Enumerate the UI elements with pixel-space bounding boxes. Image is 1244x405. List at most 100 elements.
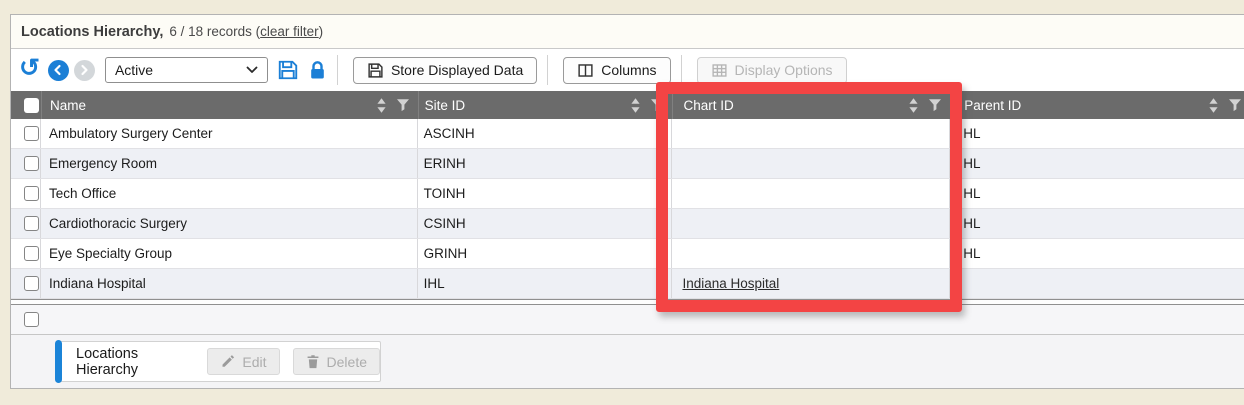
undo-icon[interactable]: ↺ — [19, 56, 40, 81]
columns-button[interactable]: Columns — [563, 57, 670, 84]
filter-icon[interactable] — [1228, 98, 1242, 112]
row-checkbox-cell — [11, 209, 41, 238]
toolbar: ↺ Active Store Displayed Data — [11, 49, 1244, 91]
cell-site-id: TOINH — [418, 179, 673, 208]
toolbar-separator — [547, 55, 548, 85]
filter-icon[interactable] — [396, 98, 410, 112]
trash-icon — [306, 354, 320, 369]
screen: Locations Hierarchy, 6 / 18 records (cle… — [0, 0, 1244, 405]
table-row: Emergency RoomERINH HL — [11, 149, 1244, 179]
save-icon[interactable] — [277, 59, 299, 81]
select-all-checkbox[interactable] — [24, 98, 39, 113]
columns-icon — [577, 62, 594, 79]
column-header-site-id[interactable]: Site ID — [418, 91, 673, 119]
cell-site-id: IHL — [418, 269, 673, 298]
cell-site-id: ERINH — [418, 149, 673, 178]
row-checkbox-cell — [11, 239, 41, 268]
status-filter-value: Active — [115, 62, 153, 78]
delete-button[interactable]: Delete — [293, 348, 380, 375]
accent-bar — [55, 340, 62, 383]
header-checkbox-cell — [11, 91, 41, 119]
column-header-label: Name — [50, 98, 86, 113]
records-count: 6 / 18 records (clear filter) — [169, 24, 323, 39]
sort-icon[interactable] — [1208, 97, 1219, 114]
toolbar-separator — [337, 55, 338, 85]
cell-parent-id: HL — [950, 209, 1244, 238]
locations-hierarchy-panel: Locations Hierarchy, 6 / 18 records (cle… — [10, 14, 1244, 389]
footer-band: Locations Hierarchy Edit Delete — [11, 335, 1244, 388]
row-checkbox[interactable] — [24, 216, 39, 231]
sort-icon[interactable] — [630, 97, 641, 114]
column-header-name[interactable]: Name — [41, 91, 418, 119]
cell-chart-id: Indiana Hospital — [672, 269, 950, 298]
row-checkbox-cell — [11, 149, 41, 178]
cell-parent-id: HL — [950, 239, 1244, 268]
back-icon[interactable] — [48, 60, 69, 81]
cell-name: Ambulatory Surgery Center — [41, 119, 418, 148]
records-count-close: ) — [319, 24, 324, 39]
cell-name: Cardiothoracic Surgery — [41, 209, 418, 238]
cell-site-id: ASCINH — [418, 119, 673, 148]
row-checkbox[interactable] — [24, 126, 39, 141]
cell-chart-id — [672, 239, 950, 268]
status-filter-select[interactable]: Active — [105, 57, 268, 83]
cell-name: Indiana Hospital — [41, 269, 418, 298]
cell-chart-id — [672, 179, 950, 208]
columns-label: Columns — [601, 62, 656, 78]
pencil-icon — [220, 354, 235, 369]
cell-parent-id: HL — [950, 149, 1244, 178]
row-checkbox[interactable] — [24, 276, 39, 291]
clear-filter-link[interactable]: clear filter — [260, 24, 319, 39]
table-row: Tech OfficeTOINH HL — [11, 179, 1244, 209]
lock-icon[interactable] — [308, 60, 327, 81]
row-checkbox-cell — [11, 269, 41, 298]
column-header-label: Chart ID — [683, 98, 733, 113]
title-bar: Locations Hierarchy, 6 / 18 records (cle… — [11, 15, 1244, 49]
cell-name: Emergency Room — [41, 149, 418, 178]
store-displayed-data-label: Store Displayed Data — [391, 62, 523, 78]
column-header-label: Site ID — [425, 98, 466, 113]
table-row: Ambulatory Surgery CenterASCINH HL — [11, 119, 1244, 149]
chart-id-link[interactable]: Indiana Hospital — [682, 276, 779, 291]
cell-parent-id: HL — [950, 119, 1244, 148]
cell-name: Eye Specialty Group — [41, 239, 418, 268]
cell-chart-id — [672, 149, 950, 178]
row-checkbox-cell — [11, 179, 41, 208]
display-options-label: Display Options — [735, 62, 833, 78]
edit-label: Edit — [242, 354, 266, 370]
chevron-down-icon — [246, 66, 258, 74]
row-checkbox[interactable] — [24, 246, 39, 261]
toolbar-separator — [681, 55, 682, 85]
empty-row — [11, 305, 1244, 335]
edit-button[interactable]: Edit — [207, 348, 279, 375]
row-checkbox-cell — [11, 119, 41, 148]
cell-parent-id: HL — [950, 179, 1244, 208]
row-checkbox[interactable] — [24, 312, 39, 327]
table-row: Cardiothoracic SurgeryCSINH HL — [11, 209, 1244, 239]
sort-icon[interactable] — [376, 97, 387, 114]
store-displayed-data-button[interactable]: Store Displayed Data — [353, 57, 537, 84]
selection-action-card: Locations Hierarchy Edit Delete — [56, 341, 381, 382]
cell-parent-id — [950, 269, 1244, 298]
row-checkbox[interactable] — [24, 186, 39, 201]
display-options-button[interactable]: Display Options — [697, 57, 847, 84]
table-header-row: Name Site ID Chart ID — [11, 91, 1244, 119]
selection-label: Locations Hierarchy — [76, 346, 194, 378]
cell-chart-id — [672, 119, 950, 148]
row-checkbox[interactable] — [24, 156, 39, 171]
table-body: Ambulatory Surgery CenterASCINHHLEmergen… — [11, 119, 1244, 299]
page-title: Locations Hierarchy, — [21, 24, 163, 40]
table-row: Eye Specialty GroupGRINHHL — [11, 239, 1244, 269]
table-row: Indiana HospitalIHLIndiana Hospital — [11, 269, 1244, 299]
cell-site-id: CSINH — [418, 209, 673, 238]
cell-chart-id — [672, 209, 950, 238]
filter-icon[interactable] — [928, 98, 942, 112]
filter-icon[interactable] — [650, 98, 664, 112]
cell-name: Tech Office — [41, 179, 418, 208]
column-header-parent-id[interactable]: Parent ID — [950, 91, 1244, 119]
floppy-icon — [367, 62, 384, 79]
records-count-text: 6 / 18 records ( — [169, 24, 260, 39]
column-header-chart-id[interactable]: Chart ID — [672, 91, 950, 119]
sort-icon[interactable] — [908, 97, 919, 114]
forward-icon[interactable] — [74, 60, 95, 81]
